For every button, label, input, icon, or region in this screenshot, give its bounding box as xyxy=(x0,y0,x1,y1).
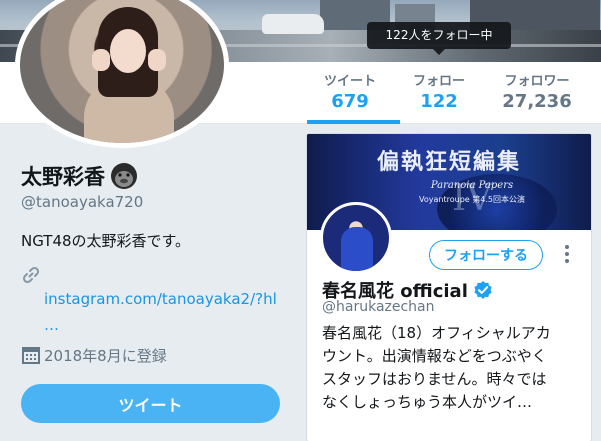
active-tab-underline xyxy=(307,120,400,124)
following-tooltip: 122人をフォロー中 xyxy=(367,22,511,55)
profile-join-date: 2018年8月に登録 xyxy=(44,347,167,365)
hover-card-bio-line: ウント。出演情報などをつぶやく xyxy=(322,347,547,365)
link-icon xyxy=(22,266,40,284)
tweet-button[interactable]: ツイート xyxy=(21,384,280,423)
profile-handle: @tanoayaka720 xyxy=(21,193,144,211)
stat-tweets-value: 679 xyxy=(331,91,369,112)
stat-following-value: 122 xyxy=(420,91,458,112)
hover-card-avatar[interactable] xyxy=(320,202,392,274)
profile-name-text: 太野彩香 xyxy=(21,165,105,189)
stat-following-label: フォロー xyxy=(412,74,465,89)
banner-subtitle: Paranoia Papers xyxy=(430,180,514,191)
follow-button[interactable]: フォローする xyxy=(429,240,543,270)
profile-bio: NGT48の太野彩香です。 xyxy=(21,232,191,250)
hover-card-handle: @harukazechan xyxy=(322,299,435,315)
banner-title: 偏執狂短編集 xyxy=(376,149,521,175)
stat-followers-value: 27,236 xyxy=(502,91,572,112)
hover-card-bio-line: 春名風花（18）オフィシャルアカ xyxy=(322,324,551,342)
hover-card-bio-line: スタッフはおりません。時々では xyxy=(322,370,547,388)
banner-caption: Voyantroupe 第4.5回本公演 xyxy=(419,195,525,204)
profile-hover-card: IV 偏執狂短編集 Paranoia Papers Voyantroupe 第4… xyxy=(307,134,591,441)
stat-following[interactable]: フォロー 122 xyxy=(402,74,476,114)
stat-followers-label: フォロワー xyxy=(504,74,570,89)
calendar-icon xyxy=(22,347,40,364)
gorilla-icon xyxy=(111,163,137,189)
stat-tweets[interactable]: ツイート 679 xyxy=(315,74,385,114)
stat-tweets-label: ツイート xyxy=(323,74,376,89)
more-options-icon[interactable] xyxy=(559,242,575,268)
verified-badge-icon xyxy=(474,281,492,299)
profile-name: 太野彩香 xyxy=(21,161,139,191)
hover-card-bio: 春名風花（18）オフィシャルアカ ウント。出演情報などをつぶやく スタッフはおり… xyxy=(322,322,582,414)
profile-website-link-more[interactable]: … xyxy=(44,316,60,334)
stat-followers[interactable]: フォロワー 27,236 xyxy=(495,74,579,114)
hover-card-bio-line: なくしょっちゅう本人がツイ… xyxy=(322,393,533,411)
profile-avatar[interactable] xyxy=(15,0,229,148)
profile-website-link[interactable]: instagram.com/tanoayaka2/?hl xyxy=(44,290,277,308)
